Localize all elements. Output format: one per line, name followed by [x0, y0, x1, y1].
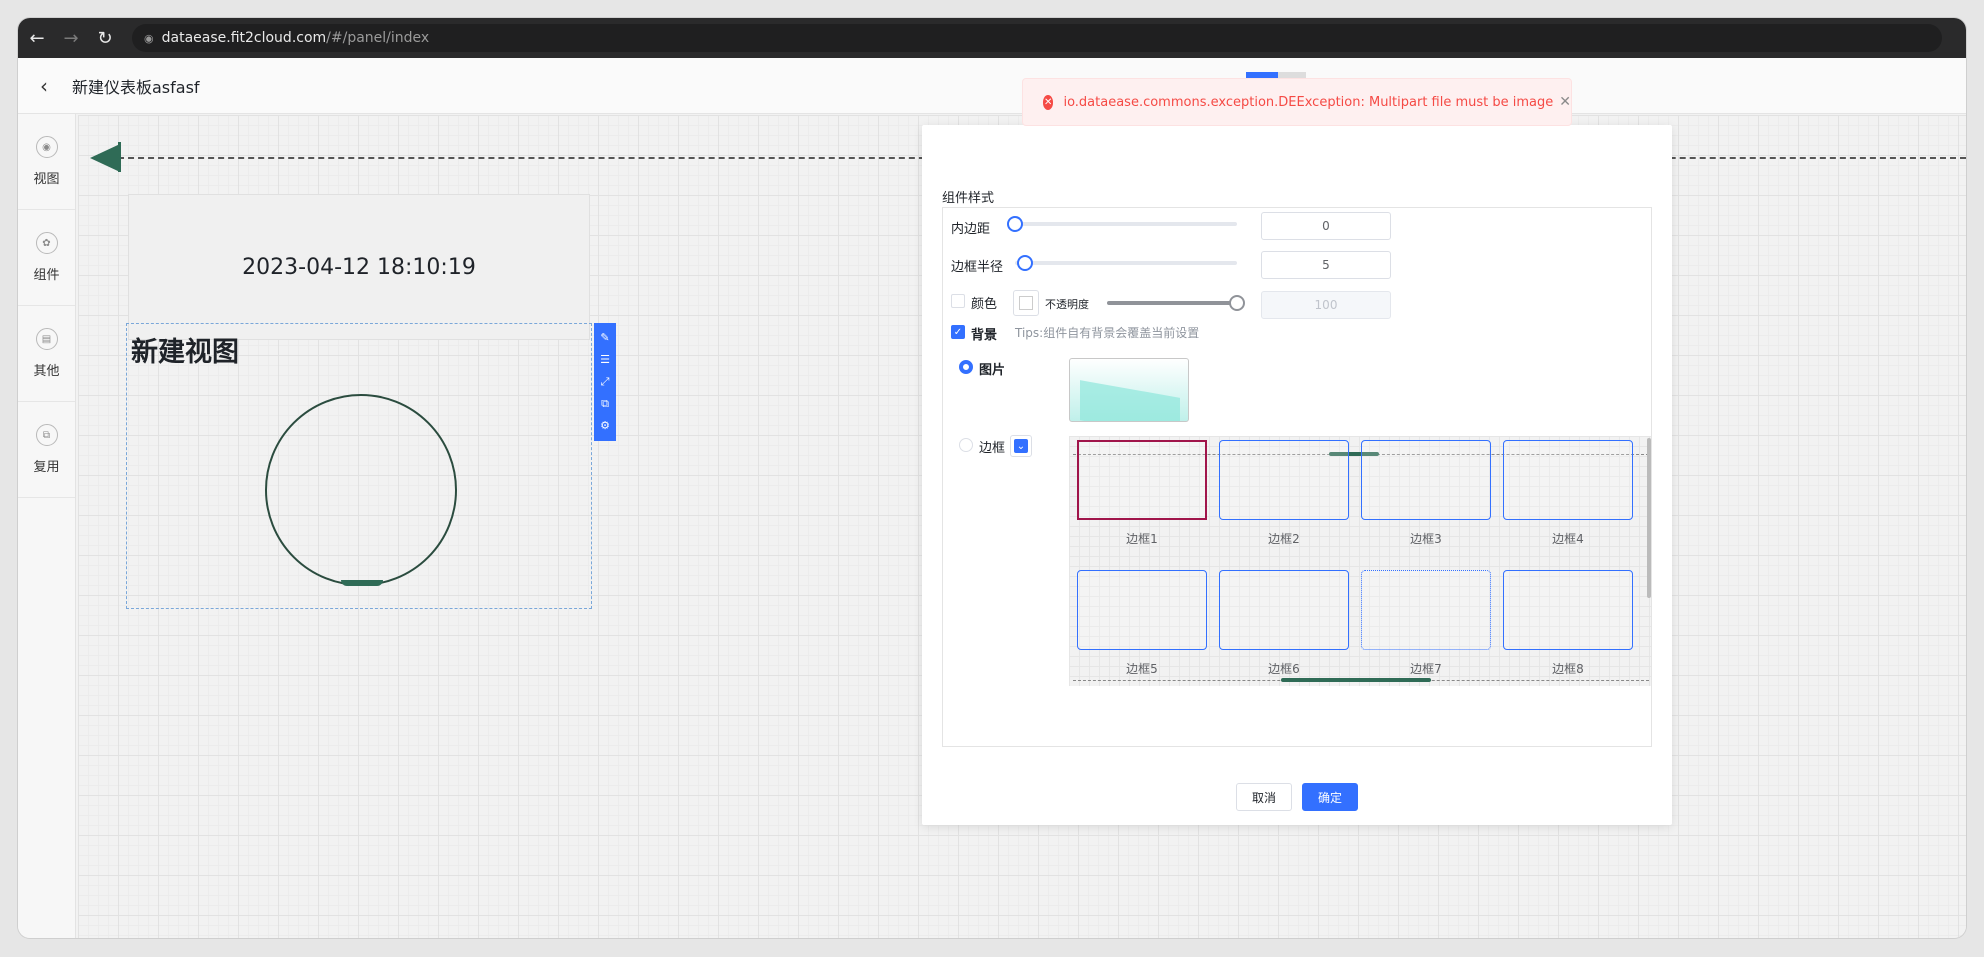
- border-grid: 边框1 边框2 边框3 边框4 边框5 边框6 边框7 边框8: [1069, 436, 1651, 686]
- liquid-chart-circle: [265, 394, 457, 586]
- image-radio[interactable]: [959, 360, 973, 374]
- copy-icon[interactable]: ⧉: [601, 398, 609, 410]
- view-title: 新建视图: [131, 337, 239, 368]
- component-toolbar: ✎ ☰ ⤢ ⧉ ⚙: [594, 323, 616, 441]
- app-header: ‹ 新建仪表板asfasf: [18, 58, 1966, 114]
- grid-scrollbar[interactable]: [1281, 678, 1431, 682]
- opacity-input: 100: [1261, 291, 1391, 319]
- forward-arrow-icon[interactable]: →: [56, 23, 86, 53]
- border-radio[interactable]: [959, 438, 973, 452]
- cancel-button[interactable]: 取消: [1236, 783, 1292, 811]
- style-panel: 内边距 0 边框半径 5 颜色 不透明度 100 ✓ 背景 Tips:组件自有背…: [942, 207, 1652, 747]
- border-option-1[interactable]: 边框1: [1077, 440, 1207, 547]
- other-icon: ▤: [35, 328, 58, 350]
- opacity-slider-thumb[interactable]: [1229, 295, 1245, 311]
- edit-icon[interactable]: ✎: [600, 332, 609, 344]
- color-swatch[interactable]: [1013, 290, 1039, 316]
- liquid-wave: [341, 580, 383, 586]
- border-color-picker[interactable]: ⌄: [1010, 435, 1032, 457]
- view-icon: ◉: [35, 136, 58, 158]
- border-label: 边框6: [1268, 662, 1300, 676]
- radius-slider-track[interactable]: [1015, 261, 1237, 265]
- error-icon: ✕: [1043, 94, 1054, 110]
- border-label: 边框4: [1552, 532, 1584, 546]
- sidebar-item-label: 复用: [33, 460, 60, 475]
- background-tips: Tips:组件自有背景会覆盖当前设置: [1015, 326, 1200, 340]
- expand-icon[interactable]: ⤢: [601, 376, 610, 388]
- style-dialog: 组件样式 内边距 0 边框半径 5 颜色 不透明度 100 ✓ 背景 Tips:…: [922, 125, 1672, 825]
- address-bar[interactable]: ◉ dataease.fit2cloud.com/#/panel/index: [132, 24, 1942, 52]
- padding-slider-track[interactable]: [1015, 222, 1237, 226]
- marker-bar: [118, 142, 121, 172]
- close-icon[interactable]: ✕: [1559, 94, 1571, 110]
- confirm-button[interactable]: 确定: [1302, 783, 1358, 811]
- sidebar-item-reuse[interactable]: ⧉ 复用: [18, 402, 75, 498]
- background-image-preview[interactable]: [1069, 358, 1189, 422]
- sidebar-item-component[interactable]: ✿ 组件: [18, 210, 75, 306]
- error-toast: ✕ io.dataease.commons.exception.DEExcept…: [1022, 78, 1572, 126]
- url-host: dataease.fit2cloud.com: [161, 30, 327, 46]
- radius-input[interactable]: 5: [1261, 251, 1391, 279]
- image-option-label: 图片: [979, 363, 1006, 378]
- background-checkbox[interactable]: ✓: [951, 325, 965, 339]
- reuse-icon: ⧉: [35, 424, 58, 446]
- component-icon: ✿: [35, 232, 58, 254]
- border-option-5[interactable]: 边框5: [1077, 570, 1207, 677]
- padding-label: 内边距: [951, 222, 991, 237]
- radius-label: 边框半径: [951, 260, 1004, 275]
- opacity-label: 不透明度: [1045, 298, 1089, 311]
- border-option-label: 边框: [979, 441, 1006, 456]
- border-option-8[interactable]: 边框8: [1503, 570, 1633, 677]
- sidebar-item-label: 视图: [33, 172, 60, 187]
- grid-vertical-scrollbar[interactable]: [1647, 438, 1651, 598]
- border-option-3[interactable]: 边框3: [1361, 440, 1491, 547]
- border-label: 边框1: [1126, 532, 1158, 546]
- border-label: 边框3: [1410, 532, 1442, 546]
- border-label: 边框5: [1126, 662, 1158, 676]
- lock-icon: ◉: [144, 31, 154, 45]
- color-checkbox[interactable]: [951, 294, 965, 308]
- border-label: 边框7: [1410, 662, 1442, 676]
- background-label: 背景: [971, 328, 998, 343]
- sidebar-item-view[interactable]: ◉ 视图: [18, 114, 75, 210]
- gear-icon[interactable]: ⚙: [600, 420, 610, 432]
- padding-input[interactable]: 0: [1261, 212, 1391, 240]
- border-option-2[interactable]: 边框2: [1219, 440, 1349, 547]
- sidebar-item-label: 组件: [33, 268, 60, 283]
- toast-message: io.dataease.commons.exception.DEExceptio…: [1063, 94, 1554, 110]
- layers-icon[interactable]: ☰: [600, 354, 610, 366]
- browser-window: ← → ↻ ◉ dataease.fit2cloud.com/#/panel/i…: [18, 18, 1966, 938]
- color-label: 颜色: [971, 297, 998, 312]
- view-component[interactable]: 新建视图: [126, 323, 592, 609]
- triangle-marker-icon: [90, 144, 120, 172]
- datetime-text: 2023-04-12 18:10:19: [242, 254, 476, 280]
- border-label: 边框8: [1552, 662, 1584, 676]
- page-title: 新建仪表板asfasf: [72, 77, 200, 97]
- browser-toolbar: ← → ↻ ◉ dataease.fit2cloud.com/#/panel/i…: [18, 18, 1966, 58]
- border-label: 边框2: [1268, 532, 1300, 546]
- reload-icon[interactable]: ↻: [90, 23, 120, 53]
- padding-slider-thumb[interactable]: [1007, 216, 1023, 232]
- sidebar-item-other[interactable]: ▤ 其他: [18, 306, 75, 402]
- back-arrow-icon[interactable]: ←: [22, 23, 52, 53]
- radius-slider-thumb[interactable]: [1017, 255, 1033, 271]
- border-option-7[interactable]: 边框7: [1361, 570, 1491, 677]
- sidebar-item-label: 其他: [33, 364, 60, 379]
- border-option-6[interactable]: 边框6: [1219, 570, 1349, 677]
- border-option-4[interactable]: 边框4: [1503, 440, 1633, 547]
- left-sidebar: ◉ 视图 ✿ 组件 ▤ 其他 ⧉ 复用: [18, 114, 76, 938]
- opacity-slider-track[interactable]: [1107, 301, 1237, 305]
- url-path: /#/panel/index: [326, 30, 430, 46]
- chevron-left-icon[interactable]: ‹: [40, 74, 60, 98]
- section-title: 组件样式: [942, 191, 995, 206]
- datetime-component[interactable]: 2023-04-12 18:10:19: [128, 194, 590, 340]
